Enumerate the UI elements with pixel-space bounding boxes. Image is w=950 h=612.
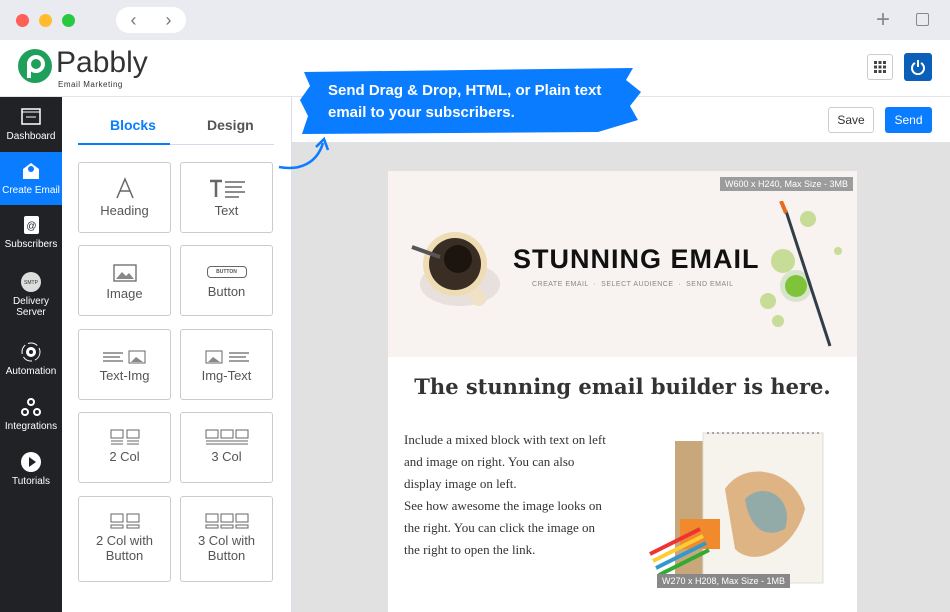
sidebar-item-dashboard[interactable]: Dashboard bbox=[0, 107, 62, 142]
sidebar-item-delivery-server[interactable]: SMTP Delivery Server bbox=[0, 272, 62, 318]
hero-image-block[interactable]: W600 x H240, Max Size - 3MB STUNNING EMA… bbox=[388, 171, 857, 357]
sketchbook-bird-image bbox=[649, 432, 824, 584]
forward-button[interactable]: › bbox=[166, 10, 172, 31]
sidebar-item-automation[interactable]: Automation bbox=[0, 342, 62, 377]
logo-subtitle: Email Marketing bbox=[58, 80, 123, 89]
hero-size-badge: W600 x H240, Max Size - 3MB bbox=[719, 177, 853, 191]
coffee-cup-image bbox=[411, 232, 500, 307]
callout-text: Send Drag & Drop, HTML, or Plain text ema… bbox=[328, 82, 602, 121]
block-image[interactable]: Image bbox=[78, 245, 171, 316]
block-2-col-button[interactable]: 2 Col with Button bbox=[78, 496, 171, 582]
play-icon bbox=[21, 452, 41, 472]
block-img-text[interactable]: Img-Text bbox=[180, 329, 273, 400]
svg-text:@: @ bbox=[26, 221, 36, 232]
minimize-window-button[interactable] bbox=[39, 14, 52, 27]
block-heading[interactable]: Heading bbox=[78, 162, 171, 233]
hero-subtitle: CREATE EMAIL · SELECT AUDIENCE · SEND EM… bbox=[532, 281, 734, 288]
tab-blocks[interactable]: Blocks bbox=[110, 117, 156, 133]
envelope-icon bbox=[23, 163, 39, 179]
image-text-icon bbox=[205, 350, 249, 364]
browser-chrome: ‹ › + bbox=[0, 0, 950, 40]
save-button[interactable]: Save bbox=[828, 107, 874, 133]
grid-icon bbox=[874, 61, 886, 73]
sidebar: Dashboard Create Email @ Subscribers SMT… bbox=[0, 97, 62, 612]
block-text[interactable]: Text bbox=[180, 162, 273, 233]
address-book-icon: @ bbox=[24, 216, 39, 234]
sidebar-item-tutorials[interactable]: Tutorials bbox=[0, 452, 62, 487]
heading-icon bbox=[115, 177, 134, 199]
new-tab-button[interactable]: + bbox=[876, 6, 890, 34]
two-column-icon bbox=[110, 429, 139, 445]
hero-title: STUNNING EMAIL bbox=[513, 244, 760, 274]
svg-text:SMTP: SMTP bbox=[24, 280, 39, 286]
block-button[interactable]: BUTTON Button bbox=[180, 245, 273, 316]
sidebar-item-subscribers[interactable]: @ Subscribers bbox=[0, 215, 62, 250]
apps-grid-button[interactable] bbox=[867, 54, 893, 80]
feature-callout: Send Drag & Drop, HTML, or Plain text ema… bbox=[298, 66, 643, 136]
image-icon bbox=[112, 264, 137, 282]
block-text-img[interactable]: Text-Img bbox=[78, 329, 171, 400]
paint-brush-image bbox=[760, 201, 842, 347]
maximize-window-button[interactable] bbox=[62, 14, 75, 27]
email-side-image[interactable]: W270 x H208, Max Size - 1MB bbox=[645, 429, 825, 591]
smtp-icon: SMTP bbox=[21, 272, 41, 292]
close-window-button[interactable] bbox=[16, 14, 29, 27]
text-image-icon bbox=[102, 350, 145, 364]
text-icon bbox=[209, 179, 245, 198]
active-tab-indicator bbox=[78, 143, 170, 145]
webhook-icon bbox=[21, 398, 41, 416]
power-icon bbox=[911, 60, 925, 75]
pabbly-logo-icon bbox=[18, 49, 52, 83]
email-body-text[interactable]: Include a mixed block with text on left a… bbox=[404, 429, 634, 561]
email-canvas: W600 x H240, Max Size - 3MB STUNNING EMA… bbox=[292, 143, 950, 612]
send-button[interactable]: Send bbox=[885, 107, 932, 133]
callout-arrow-icon bbox=[278, 136, 330, 170]
sidebar-item-integrations[interactable]: Integrations bbox=[0, 397, 62, 432]
logo-text: Pabbly bbox=[56, 46, 148, 79]
block-3-col-button[interactable]: 3 Col with Button bbox=[180, 496, 273, 582]
button-icon: BUTTON bbox=[206, 266, 247, 278]
back-button[interactable]: ‹ bbox=[131, 10, 137, 31]
email-heading[interactable]: The stunning email builder is here. bbox=[388, 374, 857, 399]
three-column-icon bbox=[205, 429, 248, 445]
tabs-overview-icon[interactable] bbox=[916, 13, 929, 26]
email-preview: W600 x H240, Max Size - 3MB STUNNING EMA… bbox=[388, 171, 857, 612]
blocks-panel: Blocks Design Heading Text Image BUTTON B… bbox=[62, 97, 292, 612]
block-3-col[interactable]: 3 Col bbox=[180, 412, 273, 483]
sidebar-item-create-email[interactable]: Create Email bbox=[0, 152, 62, 205]
two-column-button-icon bbox=[110, 513, 139, 529]
navigation-buttons: ‹ › bbox=[116, 7, 186, 33]
power-button[interactable] bbox=[904, 53, 932, 81]
gear-icon bbox=[21, 342, 41, 362]
tab-design[interactable]: Design bbox=[207, 117, 254, 133]
dashboard-icon bbox=[21, 108, 41, 125]
three-column-button-icon bbox=[205, 513, 248, 529]
block-2-col[interactable]: 2 Col bbox=[78, 412, 171, 483]
image-size-badge: W270 x H208, Max Size - 1MB bbox=[657, 574, 791, 588]
